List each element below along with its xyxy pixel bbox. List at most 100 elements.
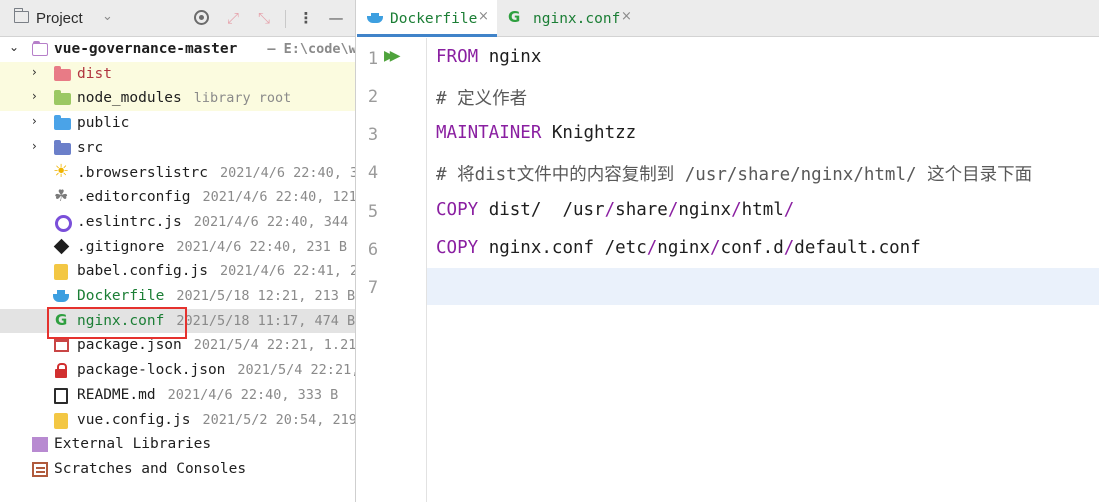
- tree-item-label: package.json 2021/5/4 22:21, 1.21: [77, 337, 356, 354]
- tab-label: nginx.conf: [533, 11, 621, 27]
- line-number: 3: [367, 125, 379, 145]
- eslint-icon: [54, 214, 72, 232]
- tree-item-label: public: [77, 115, 130, 132]
- tree-item-vue-config[interactable]: vue.config.js 2021/5/2 20:54, 219: [0, 408, 356, 433]
- editorconfig-icon: [54, 186, 71, 205]
- toolbar-divider: [285, 10, 286, 28]
- code-line-6[interactable]: COPY nginx.conf /etc/nginx/conf.d/defaul…: [436, 238, 921, 258]
- tree-item-label: .eslintrc.js 2021/4/6 22:40, 344 B: [77, 214, 355, 230]
- root-folder-label: vue-governance-master – E:\code\wo: [54, 41, 356, 57]
- markdown-icon: [54, 387, 68, 404]
- tree-item-label: node_modules library root: [77, 90, 292, 107]
- file-meta: 2021/5/18 11:17, 474 B: [176, 312, 356, 329]
- tree-item-label: dist: [77, 65, 112, 82]
- browserslist-icon: [53, 161, 71, 182]
- tree-item-editorconfig[interactable]: .editorconfig2021/4/6 22:40, 121: [0, 185, 356, 210]
- library-root-tag: library root: [193, 90, 292, 107]
- tab-nginx-conf[interactable]: nginx.conf ×: [497, 0, 637, 37]
- close-icon[interactable]: ×: [478, 9, 489, 24]
- chevron-right-icon[interactable]: ›: [32, 65, 37, 79]
- code-line-1[interactable]: FROM nginx: [436, 47, 541, 67]
- project-panel: Project ⌄ ⤢ ⤡ ⋮ — ⌄ vue-governance-maste…: [0, 0, 356, 502]
- tab-label: Dockerfile: [390, 11, 478, 27]
- file-meta: 2021/5/4 22:21,: [237, 362, 356, 379]
- js-file-icon: [54, 412, 68, 429]
- tree-item-label: External Libraries: [54, 436, 212, 453]
- docker-icon: [53, 289, 70, 304]
- tree-item-label: vue.config.js 2021/5/2 20:54, 219: [77, 411, 356, 428]
- chevron-down-icon[interactable]: ⌄: [102, 9, 113, 24]
- expand-all-icon[interactable]: ⤢: [223, 8, 243, 28]
- tree-item-package-lock[interactable]: package-lock.json 2021/5/4 22:21,: [0, 358, 356, 383]
- file-meta: 2021/4/6 22:41, 21: [219, 263, 356, 280]
- tree-item-external-libraries[interactable]: External Libraries: [0, 432, 355, 457]
- annotation-highlight-box: [47, 307, 187, 339]
- line-number: 1: [367, 49, 379, 69]
- project-panel-header: Project ⌄ ⤢ ⤡ ⋮ —: [0, 0, 355, 37]
- lock-icon: [53, 363, 70, 379]
- module-folder-icon: [32, 41, 48, 56]
- file-meta: 2021/4/6 22:40, 333 B: [167, 386, 339, 403]
- file-meta: 2021/4/6 22:40, 231 B: [176, 238, 347, 255]
- root-path: – E:\code\wo: [267, 41, 356, 57]
- chevron-right-icon[interactable]: ›: [32, 114, 37, 128]
- npm-icon: [54, 338, 69, 353]
- project-folder-icon: [13, 8, 29, 23]
- chevron-right-icon[interactable]: ›: [32, 89, 37, 103]
- library-folder-icon: [54, 90, 71, 106]
- line-number: 5: [367, 202, 379, 222]
- code-line-4[interactable]: # 将dist文件中的内容复制到 /usr/share/nginx/html/ …: [436, 161, 1032, 186]
- tree-item-readme[interactable]: README.md 2021/4/6 22:40, 333 B: [0, 383, 355, 408]
- tree-item-label: src: [77, 139, 104, 156]
- line-number-gutter: 1 2 3 4 5 6 7: [357, 38, 427, 502]
- web-folder-icon: [54, 115, 71, 131]
- locate-file-icon[interactable]: [191, 8, 211, 28]
- file-meta: 2021/5/18 12:21, 213 B: [176, 288, 356, 304]
- line-number: 2: [367, 87, 379, 107]
- run-icon[interactable]: ▶▶: [384, 48, 400, 64]
- tree-item-src[interactable]: › src: [0, 136, 355, 161]
- tree-item-label: .browserslistrc 2021/4/6 22:40, 30: [77, 164, 356, 181]
- project-view-selector[interactable]: Project: [36, 10, 83, 27]
- js-file-icon: [54, 264, 68, 281]
- tree-item-babel-config[interactable]: babel.config.js 2021/4/6 22:41, 21: [0, 259, 356, 284]
- tree-item-label: README.md 2021/4/6 22:40, 333 B: [77, 386, 339, 403]
- file-meta: 2021/4/6 22:40, 30: [219, 164, 356, 181]
- tree-item-label: .editorconfig 2021/4/6 22:40, 121: [77, 189, 356, 206]
- tree-item-label: Scratches and Consoles: [54, 460, 247, 477]
- editor-area: Dockerfile × nginx.conf × 1 2 3 4 5 6 7 …: [357, 0, 1099, 502]
- excluded-folder-icon: [54, 65, 71, 81]
- library-icon: [32, 437, 48, 453]
- line-number: 4: [367, 163, 379, 183]
- more-options-icon[interactable]: ⋮: [296, 8, 316, 28]
- file-meta: 2021/5/4 22:21, 1.21: [193, 337, 356, 354]
- collapse-all-icon[interactable]: ⤡: [254, 8, 274, 28]
- tab-dockerfile[interactable]: Dockerfile ×: [357, 0, 497, 37]
- tree-item-label: Dockerfile 2021/5/18 12:21, 213 B: [77, 288, 356, 304]
- code-line-7[interactable]: [436, 276, 1036, 296]
- code-line-5[interactable]: COPY dist/ /usr/share/nginx/html/: [436, 200, 794, 220]
- tree-item-scratches[interactable]: Scratches and Consoles: [0, 457, 355, 482]
- code-line-2[interactable]: # 定义作者: [436, 85, 527, 110]
- tree-item-root[interactable]: ⌄ vue-governance-master – E:\code\wo: [0, 37, 356, 62]
- chevron-down-icon[interactable]: ⌄: [9, 40, 19, 54]
- tree-item-label: package-lock.json 2021/5/4 22:21,: [77, 362, 356, 379]
- tree-item-gitignore[interactable]: .gitignore 2021/4/6 22:40, 231 B: [0, 235, 355, 260]
- tree-item-dist[interactable]: › dist: [0, 61, 355, 87]
- tree-item-node-modules[interactable]: › node_modules library root: [0, 86, 355, 112]
- close-icon[interactable]: ×: [621, 9, 632, 24]
- file-meta: 2021/5/2 20:54, 219: [202, 411, 356, 428]
- code-line-3[interactable]: MAINTAINER Knightzz: [436, 123, 636, 143]
- docker-icon: [367, 13, 383, 23]
- gutter-divider: [426, 38, 427, 502]
- tree-item-dockerfile[interactable]: Dockerfile 2021/5/18 12:21, 213 B: [0, 284, 356, 309]
- tree-item-public[interactable]: › public: [0, 111, 355, 136]
- chevron-right-icon[interactable]: ›: [32, 139, 37, 153]
- tree-item-browserslistrc[interactable]: .browserslistrc2021/4/6 22:40, 30: [0, 161, 356, 186]
- tree-item-label: .gitignore 2021/4/6 22:40, 231 B: [77, 238, 347, 255]
- git-icon: [54, 240, 71, 255]
- nginx-icon: [507, 8, 523, 26]
- tree-item-eslintrc[interactable]: .eslintrc.js 2021/4/6 22:40, 344 B: [0, 210, 355, 235]
- minimize-icon[interactable]: —: [326, 8, 346, 28]
- line-number: 7: [367, 278, 379, 298]
